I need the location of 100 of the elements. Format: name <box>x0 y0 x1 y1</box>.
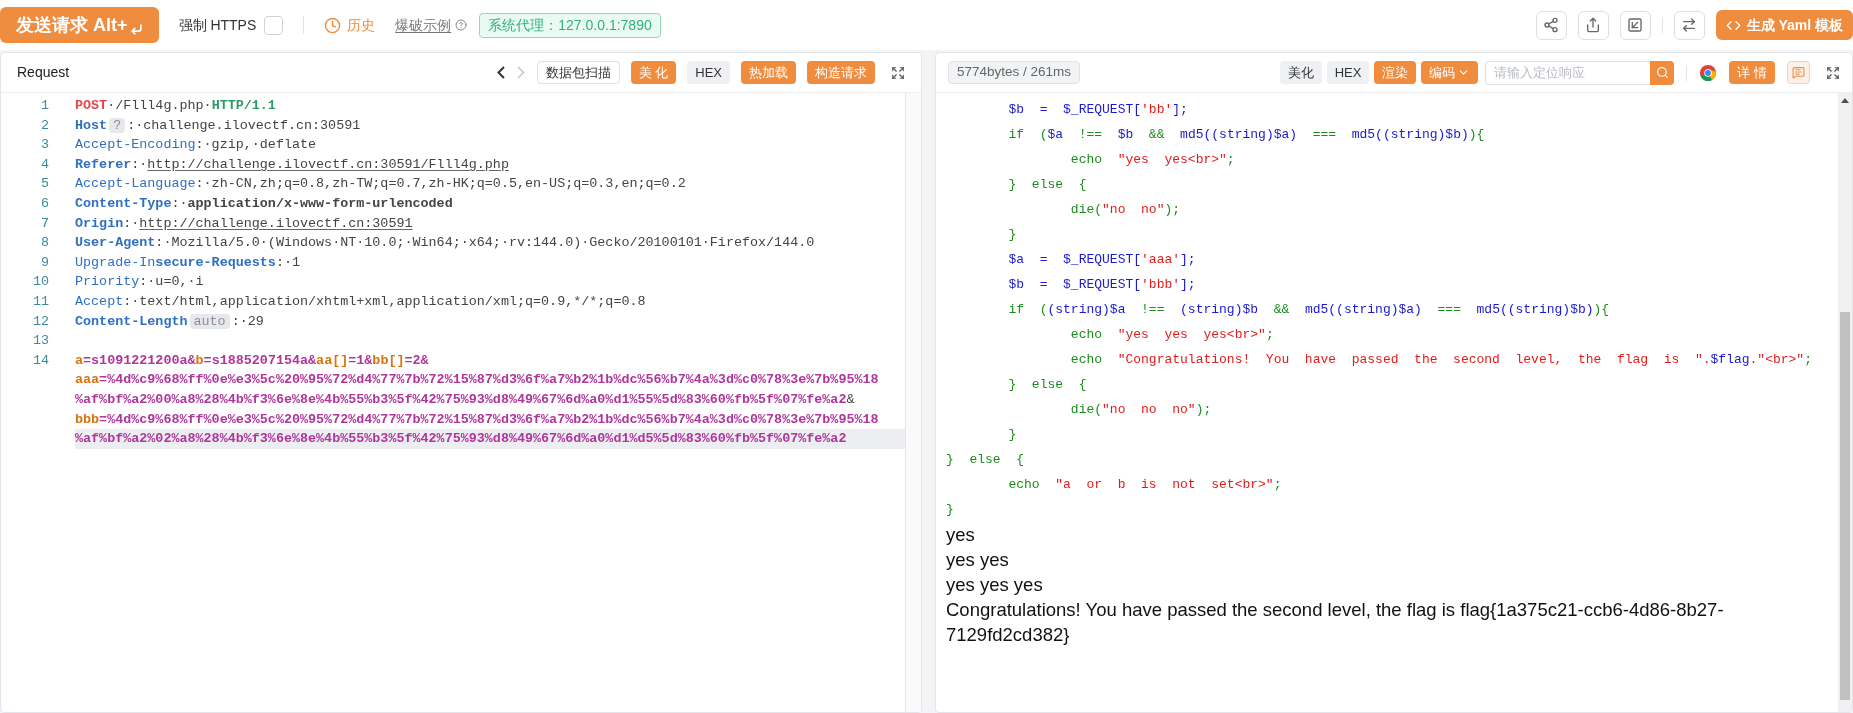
download-button[interactable] <box>1619 10 1651 40</box>
header-value: :·29 <box>231 313 264 329</box>
code-variable: $flag <box>1710 352 1750 367</box>
http-protocol: HTTP/1.1 <box>211 98 276 113</box>
toolbar-button[interactable]: HEX <box>1326 61 1370 84</box>
history-link[interactable]: 历史 <box>347 14 376 36</box>
generate-yaml-button[interactable]: 生成 Yaml 模板 <box>1715 10 1853 40</box>
line-number: 6 <box>39 194 49 213</box>
code-variable: (string)$b <box>1180 302 1259 317</box>
search-field[interactable]: 请输入定位响应 <box>1485 60 1651 85</box>
code-keyword: echo <box>1069 152 1104 167</box>
rendered-output-line: yes <box>946 523 976 547</box>
code-string: "yes yes<br>" <box>1117 152 1227 167</box>
code-string: "a or b is not set<br>" <box>1055 477 1274 492</box>
param-name: b <box>195 352 204 368</box>
toolbar-button[interactable]: 美化 <box>1279 61 1322 84</box>
code-variable: $a = $_REQUEST[ <box>1007 252 1142 267</box>
param-name: bb[] <box>372 352 405 368</box>
code-variable: $b = $_REQUEST[ <box>1007 277 1142 292</box>
back-button[interactable] <box>496 66 505 79</box>
toolbar-button[interactable]: HEX <box>687 61 730 84</box>
code-keyword: die( <box>1069 202 1103 217</box>
encoding-dropdown[interactable]: 编码 <box>1421 61 1479 84</box>
param-value: =1& <box>348 352 373 368</box>
line-number: 8 <box>39 234 49 253</box>
scroll-up-icon <box>1841 97 1849 103</box>
search-icon <box>1655 66 1669 79</box>
code-string: "no no" <box>1102 202 1165 217</box>
line-number: 11 <box>31 292 49 311</box>
header-value: :·challenge.ilovectf.cn:30591 <box>127 117 361 133</box>
details-button[interactable]: 详 情 <box>1729 61 1775 84</box>
code-keyword: echo <box>1069 352 1104 367</box>
code-variable: ]; <box>1180 277 1196 292</box>
toolbar-button[interactable]: 热加载 <box>741 61 796 84</box>
param-name: aaa <box>75 372 100 388</box>
header-name: Referer <box>75 156 132 172</box>
code-string: 'bbb' <box>1141 277 1181 292</box>
header-value: :·gzip,·deflate <box>195 137 317 153</box>
header-value: ·/Flll4g.php· <box>107 98 212 113</box>
share-button[interactable] <box>1535 10 1567 40</box>
code-keyword: } else { <box>1007 377 1087 392</box>
param-name: bbb <box>75 411 100 427</box>
header-name: Priority <box>75 274 140 290</box>
line-number: 2 <box>39 116 49 135</box>
code-keyword: echo <box>1069 327 1104 342</box>
line-number: 10 <box>31 273 49 292</box>
param-value: =s1091221200a& <box>83 352 196 368</box>
code-keyword: === <box>1311 127 1338 142</box>
header-value: :· <box>131 156 148 172</box>
help-icon <box>455 19 468 31</box>
chevron-right-icon <box>516 66 525 79</box>
code-keyword: ; <box>1273 477 1282 492</box>
code-keyword: === <box>1436 302 1462 317</box>
header-value: :·zh-CN,zh;q=0.8,zh-TW;q=0.7,zh-HK;q=0.5,en-US;q=0.3,en;q=0.2 <box>195 176 686 192</box>
message-icon <box>1792 66 1805 79</box>
force-https-label: 强制 HTTPS <box>178 15 257 35</box>
code-variable: md5((string)$a) <box>1304 302 1422 317</box>
param-value: =s1885207154a& <box>203 352 317 368</box>
header-name: secure-Requests <box>155 254 276 270</box>
param-value: %af%bf%a2%02%a8%28%4b%f3%6e%8e%4b%55%b3%5f%42%75%93%d8%49%67%6d%a0%d1%d5%5d%83%60%fb%5f%07%fe%a2 <box>75 431 847 447</box>
param-name: a <box>75 352 84 368</box>
code-keyword: ); <box>1195 402 1212 417</box>
browser-icon <box>1699 63 1718 82</box>
line-number: 14 <box>31 351 49 370</box>
line-number: 1 <box>39 97 49 115</box>
toolbar-button[interactable]: 渲染 <box>1374 61 1417 84</box>
hint-badge: ? <box>109 117 126 133</box>
code-string: 'aaa' <box>1141 252 1181 267</box>
code-keyword: } else { <box>1007 177 1087 192</box>
code-string: ."<br>" <box>1749 352 1805 367</box>
header-name: User-Agent <box>75 235 156 251</box>
url-text: http://challenge.ilovectf.cn:30591/Flll4g.php <box>147 156 509 172</box>
header-value: :· <box>171 195 188 211</box>
rendered-output-line: yes yes <box>946 548 1010 572</box>
examples-link[interactable]: 爆破示例 <box>395 14 452 36</box>
search-button[interactable] <box>1650 60 1675 85</box>
code-keyword: if ( <box>1007 302 1048 317</box>
code-variable: ]; <box>1180 252 1196 267</box>
param-value: =%4d%c9%68%ff%0e%e3%5c%20%95%72%d4%77%7b%72%15%87%d3%6f%a7%b2%1b%dc%56%b7%4a%3d%c0%78%3e%7b%95%18 <box>99 372 879 388</box>
code-string: "no no no" <box>1102 402 1196 417</box>
toolbar-button[interactable]: 美 化 <box>630 61 677 84</box>
swap-button[interactable] <box>1673 10 1705 40</box>
param-name: aa[] <box>316 352 349 368</box>
proxy-badge: 系统代理：127.0.0.1:7890 <box>479 12 661 38</box>
toolbar-button[interactable]: 数据包扫描 <box>536 61 620 84</box>
https-checkbox[interactable] <box>264 15 284 35</box>
line-number: 7 <box>39 214 49 233</box>
line-number: 3 <box>39 136 49 155</box>
code-keyword: !== <box>1140 302 1166 317</box>
line-number: 12 <box>31 312 49 331</box>
send-request-button[interactable]: 发送请求 Alt+ <box>0 7 159 43</box>
code-keyword: && <box>1147 127 1166 142</box>
code-keyword: } <box>946 502 954 517</box>
param-value: =%4d%c9%68%ff%0e%e3%5c%20%95%72%d4%77%7b%72%15%87%d3%6f%a7%b2%1b%dc%56%b7%4a%3d%c0%78%3e%7b%95%18 <box>99 411 879 427</box>
toolbar-button[interactable]: 构造请求 <box>807 61 875 84</box>
http-method: POST <box>75 98 108 113</box>
scrollbar[interactable] <box>1838 93 1852 712</box>
header-name: Accept <box>75 293 124 309</box>
code-keyword: } else { <box>946 452 1024 467</box>
upload-button[interactable] <box>1577 10 1609 40</box>
